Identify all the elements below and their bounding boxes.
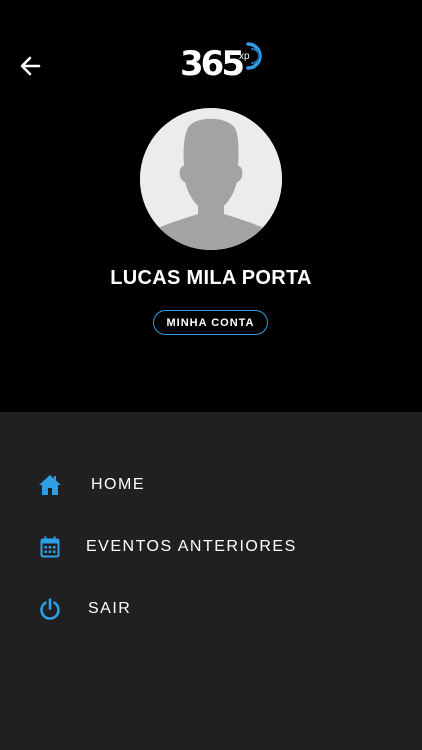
app-logo: 365 xp [180, 42, 264, 86]
back-button[interactable] [14, 50, 46, 82]
menu-item-logout[interactable]: SAIR [30, 589, 390, 629]
user-name: LUCAS MILA PORTA [110, 267, 312, 289]
side-menu-screen: 365 xp LUCAS MILA PORTA MINHA CONTA HOME [0, 0, 422, 750]
user-silhouette-icon [140, 108, 282, 250]
calendar-icon [30, 527, 70, 567]
menu-item-home[interactable]: HOME [30, 465, 390, 505]
menu-item-previous-events[interactable]: EVENTOS ANTERIORES [30, 527, 390, 567]
logo-subtext: xp [239, 51, 250, 62]
menu-item-label: HOME [91, 476, 145, 493]
logo-text: 365 [180, 44, 245, 84]
menu-item-label: SAIR [88, 600, 132, 617]
power-icon [30, 589, 70, 629]
my-account-button[interactable]: MINHA CONTA [153, 310, 268, 335]
arrow-left-icon [19, 55, 41, 77]
profile-header: 365 xp LUCAS MILA PORTA MINHA CONTA [0, 0, 422, 412]
avatar[interactable] [140, 108, 282, 250]
home-icon [30, 465, 70, 505]
menu-item-label: EVENTOS ANTERIORES [86, 538, 297, 555]
